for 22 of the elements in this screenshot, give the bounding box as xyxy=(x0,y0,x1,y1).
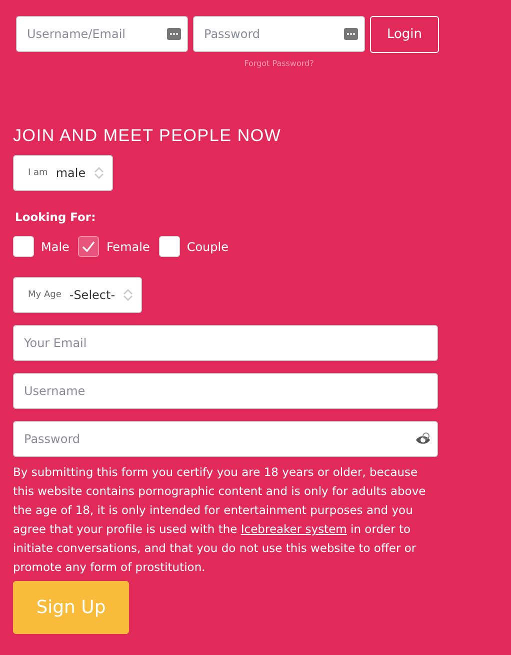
password-field[interactable]: Password xyxy=(13,421,438,457)
username-field[interactable]: Username xyxy=(13,373,438,409)
gender-select[interactable]: I am male xyxy=(13,155,113,191)
password-dots-icon xyxy=(344,27,358,41)
password-field[interactable]: Password xyxy=(193,16,365,52)
looking-for-label: Looking For: xyxy=(15,210,97,224)
signup-heading: JOIN AND MEET PEOPLE NOW xyxy=(13,126,282,146)
icebreaker-link[interactable]: Icebreaker system xyxy=(240,522,347,536)
username-field[interactable]: Username/Email xyxy=(16,16,188,52)
terms-text: By submitting this form you certify you are 18 years or older, because this website contains pornographic content and is only for adults above the age of 18, it is only intended for entertainment purposes and you agree that your profile is used with the Icebreaker system in order to initiate conversations, and that you do not use this website to offer or promote any form of prostitution. xyxy=(13,464,427,576)
checkbox-label: Male xyxy=(41,240,70,254)
check-icon xyxy=(82,241,96,252)
eye-icon[interactable] xyxy=(415,432,431,446)
age-select[interactable]: My Age -Select- xyxy=(13,277,142,313)
checkbox-label: Female xyxy=(106,240,150,254)
password-dots-icon xyxy=(167,27,181,41)
login-button[interactable]: Login xyxy=(370,16,439,53)
checkbox-label: Couple xyxy=(186,240,228,254)
up-down-arrows-icon xyxy=(94,166,104,180)
email-field[interactable]: Your Email xyxy=(13,325,438,361)
checkbox[interactable] xyxy=(78,236,100,257)
up-down-arrows-icon xyxy=(123,288,134,302)
